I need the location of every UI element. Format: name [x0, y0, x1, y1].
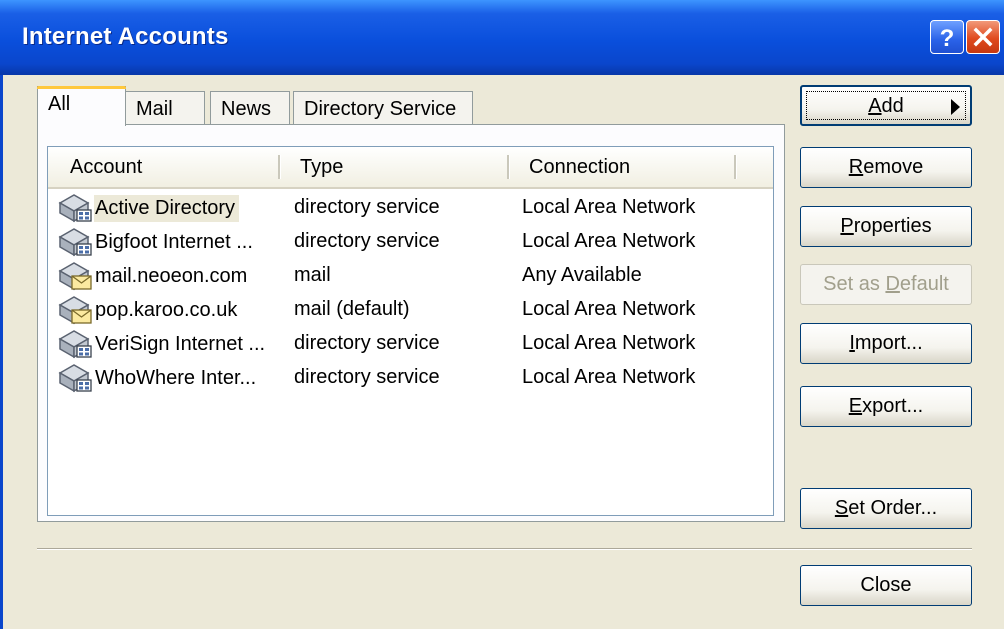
remove-label-key: R: [848, 156, 864, 178]
list-item[interactable]: mail.neoeon.com mail Any Available: [48, 259, 773, 293]
account-connection: Local Area Network: [522, 332, 696, 354]
export-button[interactable]: Export...: [800, 386, 972, 427]
account-connection: Local Area Network: [522, 366, 696, 388]
account-name: Bigfoot Internet ...: [95, 230, 253, 253]
export-label-post: xport...: [862, 395, 924, 417]
account-connection: Local Area Network: [522, 196, 696, 218]
set-order-button[interactable]: Set Order...: [800, 488, 972, 529]
window-frame-edge: [0, 75, 3, 629]
account-type: mail: [294, 264, 331, 286]
internet-accounts-dialog: Internet Accounts ? All Mail News Direct…: [0, 0, 1004, 629]
column-header-connection[interactable]: Connection: [529, 147, 630, 187]
window-title: Internet Accounts: [22, 23, 229, 50]
directory-service-icon: [58, 330, 92, 359]
tab-directory-service[interactable]: Directory Service: [293, 91, 473, 125]
column-header-type[interactable]: Type: [300, 147, 343, 187]
separator-line: [37, 548, 972, 550]
set-as-default-button[interactable]: Set as Default: [800, 264, 972, 305]
account-type: directory service: [294, 332, 440, 354]
import-button[interactable]: Import...: [800, 323, 972, 364]
accounts-list[interactable]: Account Type Connection Active Directory: [47, 146, 774, 516]
directory-service-icon: [58, 194, 92, 223]
import-label-post: mport...: [854, 332, 923, 354]
close-label: Close: [860, 574, 912, 596]
help-icon: ?: [940, 25, 955, 52]
column-separator[interactable]: [278, 155, 281, 179]
column-header-account[interactable]: Account: [70, 147, 142, 187]
set-default-label-post: efault: [899, 273, 949, 295]
tab-news-label: News: [221, 98, 272, 120]
close-button[interactable]: Close: [800, 565, 972, 606]
close-icon: [973, 27, 993, 47]
list-item[interactable]: Active Directory directory service Local…: [48, 191, 773, 225]
help-button[interactable]: ?: [930, 20, 964, 54]
list-item[interactable]: pop.karoo.co.uk mail (default) Local Are…: [48, 293, 773, 327]
export-label-key: E: [848, 395, 863, 417]
column-separator[interactable]: [507, 155, 510, 179]
add-label-post: dd: [881, 95, 904, 117]
submenu-arrow-icon: [951, 99, 960, 115]
tab-mail[interactable]: Mail: [125, 91, 205, 125]
account-type: mail (default): [294, 298, 410, 320]
directory-service-icon: [58, 228, 92, 257]
account-name: VeriSign Internet ...: [95, 332, 266, 355]
account-name: pop.karoo.co.uk: [95, 298, 238, 321]
svg-text:?: ?: [940, 25, 955, 52]
add-button[interactable]: Add: [800, 85, 972, 126]
title-bar[interactable]: Internet Accounts ?: [0, 0, 1004, 75]
account-name: mail.neoeon.com: [95, 264, 248, 287]
account-connection: Local Area Network: [522, 230, 696, 252]
properties-label-key: P: [840, 215, 854, 237]
properties-label-post: roperties: [853, 215, 932, 237]
tab-all-label: All: [48, 93, 71, 115]
account-type: directory service: [294, 196, 440, 218]
list-item[interactable]: VeriSign Internet ... directory service …: [48, 327, 773, 361]
remove-label-post: emove: [863, 156, 924, 178]
set-default-label-pre: Set as: [823, 273, 886, 295]
list-header: Account Type Connection: [48, 147, 773, 189]
tab-directory-service-label: Directory Service: [304, 98, 457, 120]
tab-all[interactable]: All: [37, 86, 126, 126]
add-label-key: A: [868, 95, 882, 117]
account-type: directory service: [294, 366, 440, 388]
properties-button[interactable]: Properties: [800, 206, 972, 247]
account-connection: Any Available: [522, 264, 642, 286]
account-name: WhoWhere Inter...: [95, 366, 257, 389]
set-order-label-post: et Order...: [848, 497, 938, 519]
column-separator[interactable]: [734, 155, 737, 179]
directory-service-icon: [58, 364, 92, 393]
list-item[interactable]: WhoWhere Inter... directory service Loca…: [48, 361, 773, 395]
account-type: directory service: [294, 230, 440, 252]
account-name: Active Directory: [94, 194, 240, 222]
set-order-label-key: S: [834, 497, 849, 519]
set-default-label-key: D: [885, 273, 900, 295]
tab-mail-label: Mail: [136, 98, 173, 120]
mail-account-icon: [58, 296, 92, 325]
account-connection: Local Area Network: [522, 298, 696, 320]
remove-button[interactable]: Remove: [800, 147, 972, 188]
tab-news[interactable]: News: [210, 91, 290, 125]
mail-account-icon: [58, 262, 92, 291]
close-window-button[interactable]: [966, 20, 1000, 54]
list-item[interactable]: Bigfoot Internet ... directory service L…: [48, 225, 773, 259]
